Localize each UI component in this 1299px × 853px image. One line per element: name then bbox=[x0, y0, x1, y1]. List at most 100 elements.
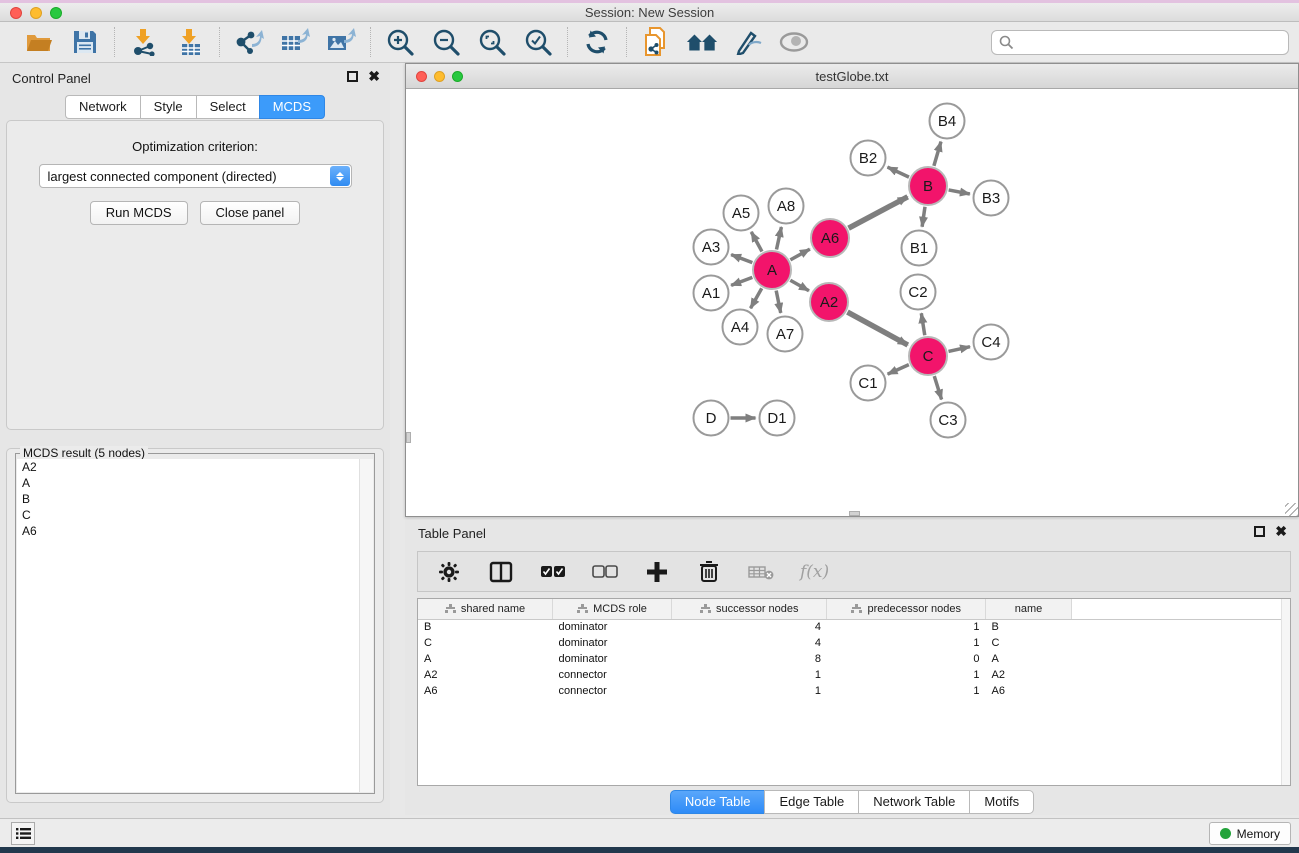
table-cell[interactable]: 1 bbox=[672, 667, 827, 683]
graphics-details-button[interactable] bbox=[732, 26, 764, 58]
run-mcds-button[interactable]: Run MCDS bbox=[90, 201, 188, 225]
task-history-button[interactable] bbox=[11, 822, 35, 845]
tab-mcds[interactable]: MCDS bbox=[259, 95, 325, 119]
close-table-panel-icon[interactable]: ✖ bbox=[1275, 526, 1287, 537]
table-row[interactable]: A6connector11A6 bbox=[418, 683, 1290, 699]
open-session-button[interactable] bbox=[23, 26, 55, 58]
table-cell[interactable]: 1 bbox=[827, 619, 986, 635]
edge-A-A8[interactable] bbox=[776, 227, 781, 249]
table-cell[interactable]: A2 bbox=[986, 667, 1072, 683]
edge-B-B3[interactable] bbox=[949, 190, 970, 194]
resize-grip[interactable] bbox=[1285, 503, 1298, 516]
edge-B-B2[interactable] bbox=[887, 167, 908, 177]
optimization-select[interactable]: largest connected component (directed) bbox=[39, 164, 352, 188]
zoom-selected-button[interactable] bbox=[522, 26, 554, 58]
edge-C-C3[interactable] bbox=[934, 376, 941, 399]
column-layout-button[interactable] bbox=[488, 559, 514, 585]
float-panel-icon[interactable] bbox=[347, 71, 358, 82]
edge-B-B1[interactable] bbox=[922, 207, 925, 227]
delete-table-button[interactable] bbox=[748, 559, 774, 585]
table-cell[interactable]: C bbox=[418, 635, 553, 651]
eye-button[interactable] bbox=[778, 26, 810, 58]
welcome-screen-button[interactable] bbox=[686, 26, 718, 58]
table-row[interactable]: Bdominator41B bbox=[418, 619, 1290, 635]
network-window-titlebar[interactable]: testGlobe.txt bbox=[406, 64, 1298, 89]
select-all-columns-button[interactable] bbox=[540, 559, 566, 585]
column-header-name[interactable]: name bbox=[986, 599, 1072, 619]
column-header-successor-nodes[interactable]: successor nodes bbox=[672, 599, 827, 619]
tab-network-table[interactable]: Network Table bbox=[858, 790, 969, 814]
memory-button[interactable]: Memory bbox=[1209, 822, 1291, 845]
column-header-predecessor-nodes[interactable]: predecessor nodes bbox=[827, 599, 986, 619]
table-cell[interactable]: dominator bbox=[553, 635, 672, 651]
table-cell[interactable]: 4 bbox=[672, 619, 827, 635]
create-column-button[interactable] bbox=[644, 559, 670, 585]
refresh-button[interactable] bbox=[581, 26, 613, 58]
table-cell[interactable]: 4 bbox=[672, 635, 827, 651]
zoom-in-button[interactable] bbox=[384, 26, 416, 58]
mcds-result-list[interactable]: A2ABCA6 bbox=[17, 459, 373, 792]
close-panel-button[interactable]: Close panel bbox=[200, 201, 301, 225]
table-cell[interactable]: B bbox=[418, 619, 553, 635]
mcds-result-item[interactable]: B bbox=[17, 491, 373, 507]
table-row[interactable]: A2connector11A2 bbox=[418, 667, 1290, 683]
tab-style[interactable]: Style bbox=[140, 95, 196, 119]
search-input[interactable] bbox=[991, 30, 1289, 55]
table-cell[interactable]: dominator bbox=[553, 651, 672, 667]
table-cell[interactable]: A6 bbox=[418, 683, 553, 699]
column-header-shared-name[interactable]: shared name bbox=[418, 599, 553, 619]
table-cell[interactable]: A2 bbox=[418, 667, 553, 683]
table-cell[interactable]: dominator bbox=[553, 619, 672, 635]
import-table-button[interactable] bbox=[174, 26, 206, 58]
network-maximize-icon[interactable] bbox=[452, 71, 463, 82]
table-row[interactable]: Adominator80A bbox=[418, 651, 1290, 667]
edge-A-A3[interactable] bbox=[731, 255, 752, 263]
tab-network[interactable]: Network bbox=[65, 95, 140, 119]
new-network-from-selection-button[interactable] bbox=[640, 26, 672, 58]
table-settings-button[interactable] bbox=[436, 559, 462, 585]
save-session-button[interactable] bbox=[69, 26, 101, 58]
table-cell[interactable]: 1 bbox=[827, 667, 986, 683]
search-field[interactable] bbox=[991, 30, 1289, 55]
float-table-panel-icon[interactable] bbox=[1254, 526, 1265, 537]
maximize-window-icon[interactable] bbox=[50, 7, 62, 19]
divider-handle-left[interactable] bbox=[406, 432, 411, 443]
edge-A-A2[interactable] bbox=[790, 280, 809, 290]
edge-A2-C[interactable] bbox=[847, 312, 907, 345]
export-image-button[interactable] bbox=[325, 26, 357, 58]
delete-column-button[interactable] bbox=[696, 559, 722, 585]
column-header-MCDS-role[interactable]: MCDS role bbox=[553, 599, 672, 619]
table-cell[interactable]: 0 bbox=[827, 651, 986, 667]
mcds-result-item[interactable]: C bbox=[17, 507, 373, 523]
table-cell[interactable]: 8 bbox=[672, 651, 827, 667]
close-window-icon[interactable] bbox=[10, 7, 22, 19]
table-row[interactable]: Cdominator41C bbox=[418, 635, 1290, 651]
minimize-window-icon[interactable] bbox=[30, 7, 42, 19]
table-cell[interactable]: B bbox=[986, 619, 1072, 635]
table-cell[interactable]: C bbox=[986, 635, 1072, 651]
table-cell[interactable]: connector bbox=[553, 683, 672, 699]
table-cell[interactable]: A bbox=[986, 651, 1072, 667]
edge-A-A1[interactable] bbox=[731, 277, 752, 285]
edge-A-A6[interactable] bbox=[790, 249, 809, 260]
edge-A-A7[interactable] bbox=[776, 291, 781, 313]
export-network-button[interactable] bbox=[233, 26, 265, 58]
node-table[interactable]: shared nameMCDS rolesuccessor nodesprede… bbox=[417, 598, 1291, 786]
result-list-scrollbar[interactable] bbox=[359, 459, 373, 792]
tab-select[interactable]: Select bbox=[196, 95, 259, 119]
unselect-all-columns-button[interactable] bbox=[592, 559, 618, 585]
close-panel-icon[interactable]: ✖ bbox=[368, 71, 380, 82]
network-close-icon[interactable] bbox=[416, 71, 427, 82]
zoom-fit-button[interactable] bbox=[476, 26, 508, 58]
tab-node-table[interactable]: Node Table bbox=[670, 790, 765, 814]
function-builder-button[interactable]: f(x) bbox=[800, 562, 829, 582]
network-graph[interactable]: B4B2BB3A8A5A6A3B1AC2A1A2A4A7C4CC1DD1C3 bbox=[406, 89, 1298, 516]
table-cell[interactable]: A6 bbox=[986, 683, 1072, 699]
mcds-result-item[interactable]: A bbox=[17, 475, 373, 491]
mcds-result-item[interactable]: A6 bbox=[17, 523, 373, 539]
edge-C-C1[interactable] bbox=[888, 365, 909, 375]
import-network-button[interactable] bbox=[128, 26, 160, 58]
mcds-result-item[interactable]: A2 bbox=[17, 459, 373, 475]
edge-C-C4[interactable] bbox=[948, 347, 970, 352]
tab-edge-table[interactable]: Edge Table bbox=[764, 790, 858, 814]
